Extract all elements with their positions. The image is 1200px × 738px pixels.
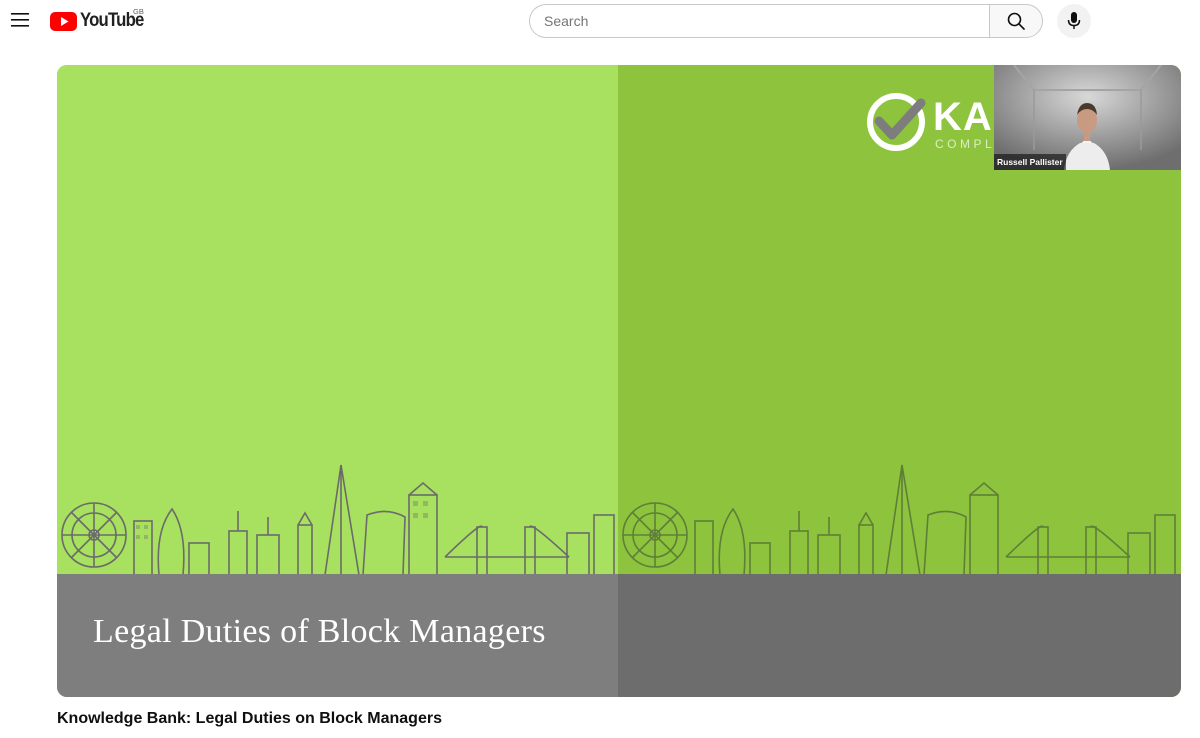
search-box [529, 4, 1043, 38]
hamburger-menu-icon [11, 13, 29, 27]
company-logo: KA COMPL [865, 91, 997, 153]
london-skyline-illustration-right [622, 464, 1176, 575]
company-logo-subtext: COMPL [935, 137, 996, 151]
slide-title: Legal Duties of Block Managers [93, 613, 546, 650]
microphone-icon [1067, 12, 1081, 29]
search-input[interactable] [529, 4, 989, 38]
masthead: YouTube GB [0, 0, 1200, 40]
voice-search-button[interactable] [1057, 4, 1091, 38]
london-skyline-illustration [61, 464, 615, 575]
guide-menu-button[interactable] [6, 6, 34, 34]
search-icon [1007, 12, 1025, 30]
title-band-right [618, 574, 1181, 697]
company-logo-text: KA [933, 95, 993, 139]
country-code: GB [133, 7, 144, 16]
search-button[interactable] [989, 4, 1043, 38]
video-player[interactable]: Legal Duties of Block Managers KA COMPL [57, 65, 1181, 697]
youtube-logo[interactable]: YouTube GB [50, 7, 152, 31]
youtube-play-icon [50, 11, 77, 31]
video-title: Knowledge Bank: Legal Duties on Block Ma… [57, 710, 442, 727]
checkmark-logo-icon [867, 93, 926, 151]
participant-video-tile: Russell Pallister [994, 65, 1181, 170]
participant-name: Russell Pallister [994, 154, 1066, 170]
